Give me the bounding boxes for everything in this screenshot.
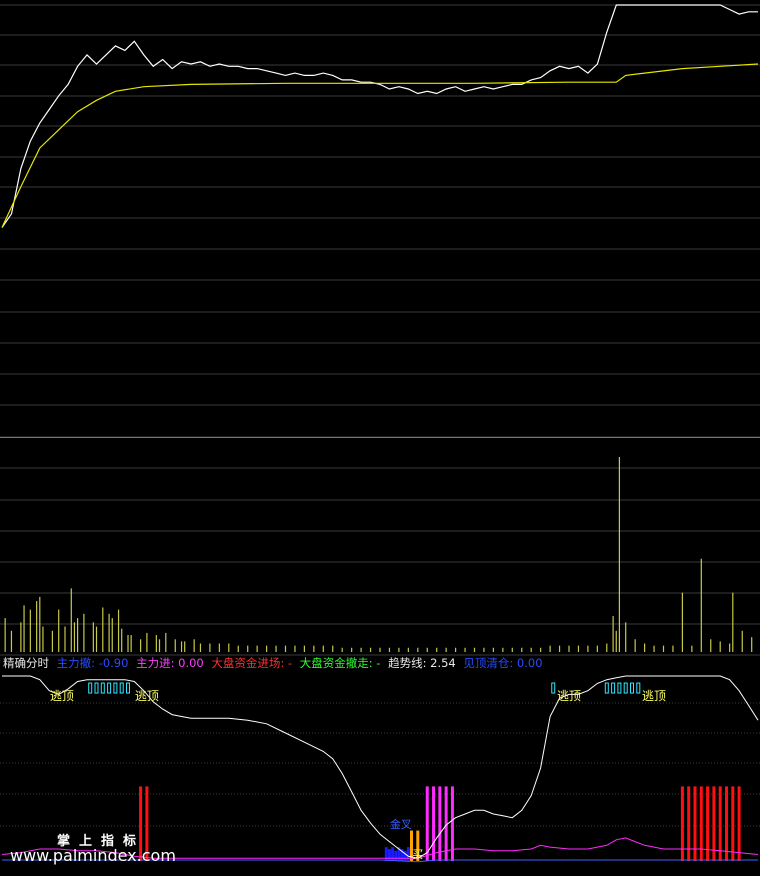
top-signal-mark bbox=[604, 682, 609, 694]
buy-label: 买 bbox=[412, 848, 423, 861]
legend-label: 见顶清仓: bbox=[463, 656, 514, 670]
legend-label: 大盘资金进场: bbox=[211, 656, 285, 670]
intraday-chart-root: 逃顶 逃顶 逃顶 逃顶金叉买 精确分时 主力撤: -0.90 主力进: 0.00 大盘… bbox=[0, 0, 760, 876]
red-signal-bar bbox=[687, 786, 691, 861]
red-signal-bar bbox=[693, 786, 697, 861]
top-signal-mark bbox=[119, 682, 124, 694]
legend-value: - bbox=[376, 656, 381, 670]
top-signal-mark bbox=[617, 682, 622, 694]
blue-signal-bar bbox=[406, 847, 410, 861]
escape-top-label: 逃顶 bbox=[135, 689, 159, 703]
legend-label: 主力撤: bbox=[56, 656, 96, 670]
magenta-signal-bar bbox=[425, 786, 429, 861]
legend-item-trend-line: 趋势线: 2.54 bbox=[388, 656, 456, 670]
escape-top-label: 逃顶 bbox=[557, 689, 581, 703]
legend-value: 2.54 bbox=[430, 656, 456, 670]
top-signal-mark bbox=[94, 682, 99, 694]
indicator-legend: 精确分时 主力撤: -0.90 主力进: 0.00 大盘资金进场: - 大盘资金… bbox=[3, 655, 547, 671]
top-signal-mark bbox=[623, 682, 628, 694]
blue-signal-bar bbox=[387, 848, 391, 861]
legend-item-top-clear: 见顶清仓: 0.00 bbox=[463, 656, 542, 670]
top-signal-mark bbox=[630, 682, 634, 694]
top-signal-mark bbox=[611, 682, 616, 694]
volume-panel[interactable] bbox=[4, 456, 753, 652]
legend-item-market-outflow: 大盘资金撤走: - bbox=[300, 656, 381, 670]
legend-value: 0.00 bbox=[178, 656, 204, 670]
legend-item-main-exit: 主力撤: -0.90 bbox=[57, 656, 129, 670]
red-signal-bar bbox=[737, 786, 741, 861]
top-signal-mark bbox=[88, 682, 93, 694]
chart-canvas[interactable]: 逃顶 逃顶 逃顶 逃顶金叉买 bbox=[0, 0, 760, 876]
legend-title: 精确分时 bbox=[3, 656, 49, 670]
blue-signal-bar bbox=[391, 847, 395, 861]
legend-value: -0.90 bbox=[98, 656, 129, 670]
escape-top-label: 逃顶 bbox=[50, 689, 74, 703]
top-signal-mark bbox=[126, 682, 130, 694]
price-line bbox=[1, 4, 758, 228]
red-signal-bar bbox=[680, 786, 684, 861]
red-signal-bar bbox=[699, 786, 703, 861]
top-signal-mark bbox=[113, 682, 118, 694]
price-panel[interactable] bbox=[1, 4, 759, 228]
legend-item-market-inflow: 大盘资金进场: - bbox=[211, 656, 292, 670]
legend-value: 0.00 bbox=[516, 656, 543, 670]
top-signal-mark bbox=[551, 682, 556, 694]
legend-value: - bbox=[287, 656, 293, 670]
blue-signal-bar bbox=[384, 847, 388, 861]
blue-signal-bar bbox=[403, 850, 407, 861]
red-signal-bar bbox=[725, 786, 728, 861]
avg-line bbox=[1, 63, 759, 228]
escape-top-label: 逃顶 bbox=[642, 689, 666, 703]
magenta-signal-bar bbox=[438, 786, 442, 861]
watermark-url: www.palmindex.com bbox=[10, 846, 176, 865]
top-signal-mark bbox=[100, 682, 105, 694]
legend-label: 大盘资金撤走: bbox=[299, 656, 373, 670]
bottom-signal-label: 金叉 bbox=[390, 817, 412, 831]
magenta-signal-bar bbox=[432, 786, 436, 861]
legend-item-main-enter: 主力进: 0.00 bbox=[136, 656, 204, 670]
legend-label: 趋势线: bbox=[388, 656, 427, 670]
top-signal-mark bbox=[636, 682, 641, 694]
red-signal-bar bbox=[731, 786, 735, 861]
blue-signal-bar bbox=[394, 850, 398, 861]
red-signal-bar bbox=[718, 786, 722, 861]
top-signal-mark bbox=[107, 682, 112, 694]
legend-label: 主力进: bbox=[136, 656, 175, 670]
